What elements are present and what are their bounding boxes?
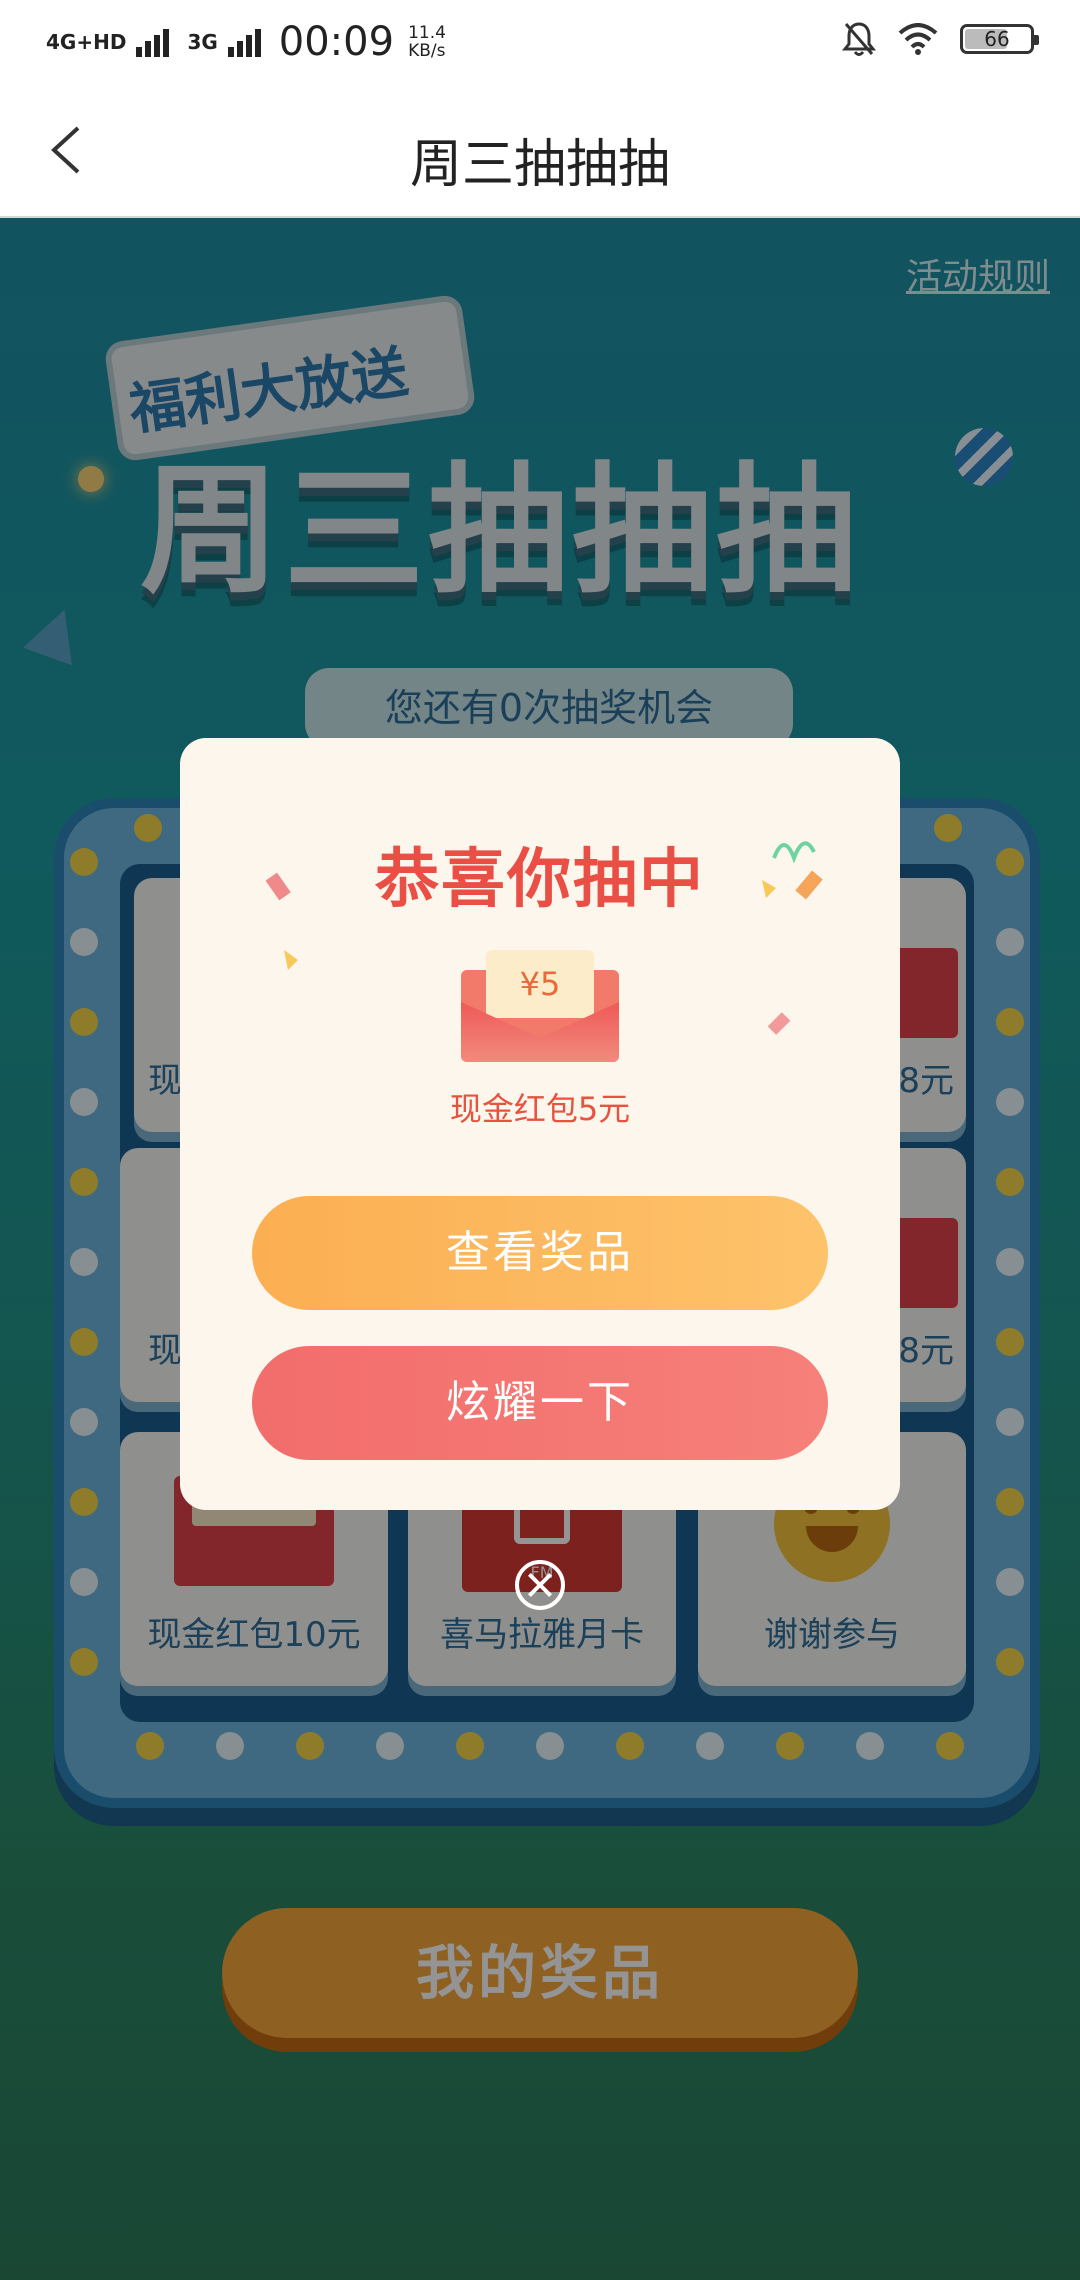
confetti-icon [265,872,291,901]
clock: 00:09 [278,19,395,65]
prize-name: 现金红包5元 [449,1090,631,1128]
confetti-icon [762,880,776,898]
nav-bar: 周三抽抽抽 [0,84,1080,218]
battery-icon: 66 [960,24,1039,54]
page-title: 周三抽抽抽 [409,135,670,195]
network-type-2: 3G [187,30,218,54]
close-icon[interactable] [515,1560,565,1610]
share-button[interactable]: 炫耀一下 [252,1346,828,1460]
confetti-icon [795,870,823,900]
net-speed-value: 11.4 [408,23,446,43]
status-bar: 4G+HD 3G 00:09 11.4 KB/s 66 [0,0,1080,84]
mute-bell-icon [842,22,876,56]
envelope-amount: ¥5 [486,950,594,1018]
win-dialog: 恭喜你抽中 ¥5 现金红包5元 查看奖品 炫耀一下 [180,738,900,1510]
network-type-1: 4G+HD [46,30,127,54]
view-prize-button[interactable]: 查看奖品 [252,1196,828,1310]
confetti-icon [284,950,298,970]
status-left: 4G+HD 3G 00:09 11.4 KB/s [46,18,446,66]
wifi-icon [898,23,938,55]
battery-level: 66 [984,27,1010,51]
signal-icon-2 [227,27,261,57]
status-right: 66 [842,20,1039,58]
signal-icon [136,27,170,57]
confetti-icon [772,841,816,864]
net-speed: 11.4 KB/s [408,24,446,60]
red-envelope-icon: ¥5 [461,950,619,1062]
net-speed-unit: KB/s [408,41,446,61]
confetti-icon [767,1012,791,1035]
